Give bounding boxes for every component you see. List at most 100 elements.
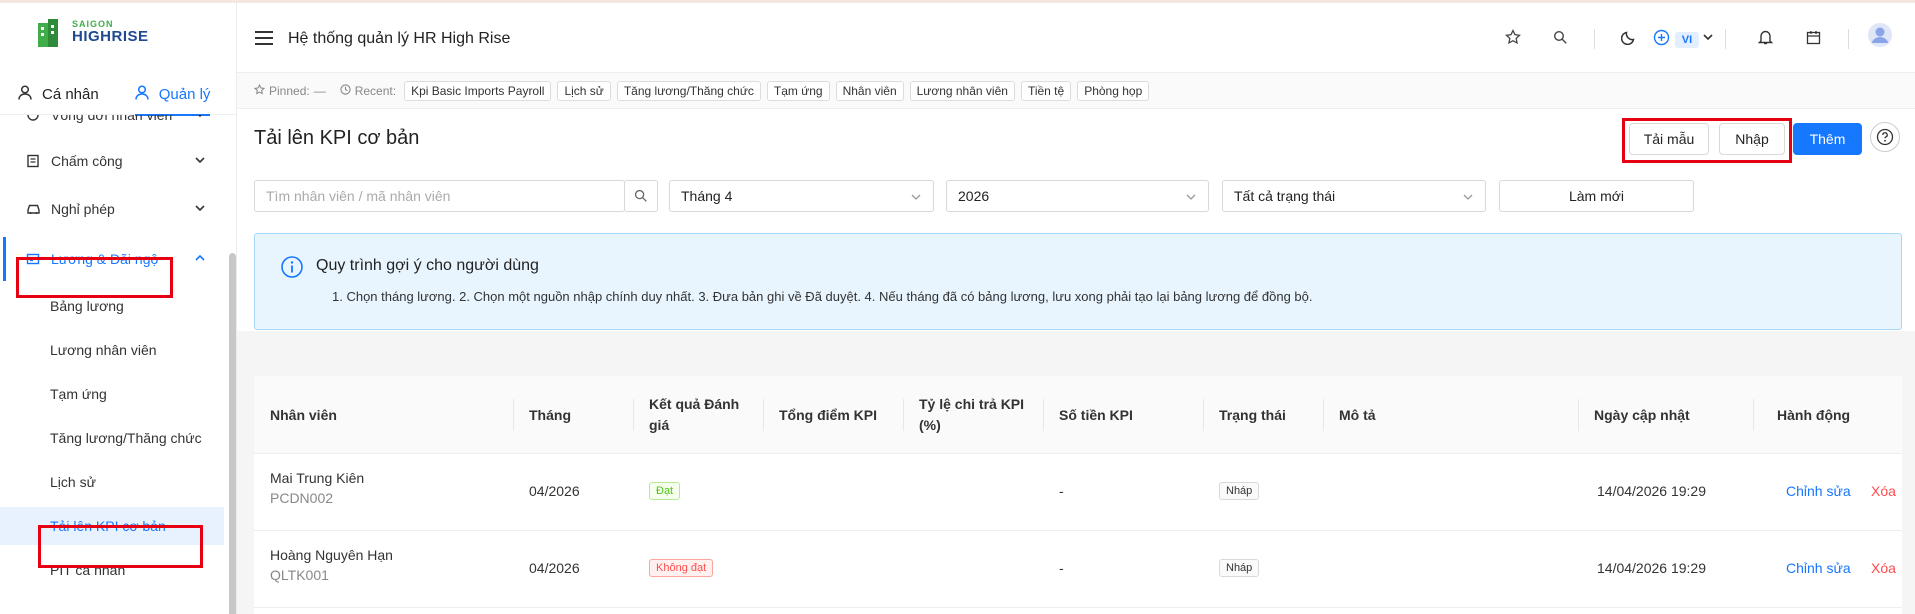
updated-cell: 14/04/2026 19:29 [1597, 483, 1706, 499]
sidebar-item-promotion[interactable]: Tăng lương/Thăng chức [0, 419, 224, 457]
refresh-icon [25, 115, 41, 123]
search-icon[interactable] [624, 180, 658, 212]
help-icon[interactable] [1870, 122, 1900, 152]
employee-cell: Mai Trung Kiên PCDN002 [270, 470, 364, 506]
refresh-button[interactable]: Làm mới [1499, 180, 1694, 212]
menu-toggle-icon[interactable] [255, 31, 273, 45]
search-input[interactable]: Tìm nhân viên / mã nhân viên [254, 180, 625, 212]
sidebar: SAIGON HIGHRISE Cá nhân Quản lý Vòng đời… [0, 3, 237, 614]
month-select[interactable]: Tháng 4 [669, 180, 934, 212]
pinned-value: — [313, 83, 326, 98]
recent-chip[interactable]: Lương nhân viên [909, 80, 1015, 101]
recent-chip[interactable]: Tạm ứng [766, 80, 830, 101]
chevron-down-icon [194, 153, 206, 169]
sidebar-item-leave[interactable]: Nghỉ phép [0, 187, 224, 231]
payroll-icon [25, 251, 41, 267]
sidebar-item-payslip[interactable]: Bảng lương [0, 287, 224, 325]
avatar[interactable] [1868, 23, 1892, 47]
chevron-down-icon [194, 201, 206, 217]
sidebar-item-history[interactable]: Lịch sử [0, 463, 224, 501]
add-circle-icon[interactable] [1651, 27, 1671, 47]
col-employee: Nhân viên [270, 406, 337, 423]
chevron-down-icon [1185, 190, 1197, 206]
result-cell: Không đạt [649, 558, 714, 577]
star-icon [253, 83, 266, 98]
status-select[interactable]: Tất cả trạng thái [1222, 180, 1486, 212]
bell-icon[interactable] [1755, 27, 1775, 47]
tab-personal[interactable]: Cá nhân [0, 73, 117, 115]
edit-link[interactable]: Chỉnh sửa [1786, 560, 1851, 576]
col-updated: Ngày cập nhật [1594, 406, 1690, 423]
download-template-button[interactable]: Tải mẫu [1629, 123, 1709, 155]
recent-bar: Pinned: — Recent: Kpi Basic Imports Payr… [237, 73, 1915, 109]
sidebar-item-kpi-upload[interactable]: Tải lên KPI cơ bản [0, 507, 224, 545]
building-logo-icon [36, 17, 66, 47]
add-button[interactable]: Thêm [1793, 123, 1862, 155]
calendar-icon[interactable] [1803, 27, 1823, 47]
recent-chip[interactable]: Nhân viên [835, 80, 904, 101]
table-row: Hoàng Nguyên Hạn QLTK001 04/2026 Không đ… [254, 531, 1902, 608]
clock-icon [340, 83, 351, 98]
sidebar-scrollbar[interactable] [229, 253, 236, 614]
result-badge: Đạt [649, 482, 681, 500]
recent-chip[interactable]: Lịch sử [557, 80, 611, 101]
app-root: { "brand": {"top": "SAIGON", "bottom": "… [0, 0, 1915, 614]
import-button[interactable]: Nhập [1719, 123, 1785, 155]
sidebar-item-label: Chấm công [51, 153, 123, 169]
tab-manage[interactable]: Quản lý [117, 73, 229, 116]
sidebar-item-payroll[interactable]: Lương & Đãi ngộ [0, 237, 224, 281]
recent-chip[interactable]: Kpi Basic Imports Payroll [404, 80, 552, 101]
delete-link[interactable]: Xóa [1871, 483, 1896, 499]
sidebar-item-lifecycle[interactable]: Vòng đời nhân viên [0, 115, 224, 137]
chevron-down-icon[interactable] [1698, 27, 1718, 47]
col-month: Tháng [529, 406, 571, 423]
sidebar-item-employee-salary[interactable]: Lương nhân viên [0, 331, 224, 369]
chevron-down-icon [194, 115, 206, 123]
divider [1203, 399, 1204, 431]
car-icon [25, 201, 41, 217]
result-cell: Đạt [649, 481, 681, 500]
sidebar-item-label: Vòng đời nhân viên [51, 115, 173, 123]
month-cell: 04/2026 [529, 483, 580, 499]
year-select[interactable]: 2026 [946, 180, 1209, 212]
divider [1323, 399, 1324, 431]
delete-link[interactable]: Xóa [1871, 560, 1896, 576]
chevron-down-icon [1462, 190, 1474, 206]
guide-alert: Quy trình gợi ý cho người dùng 1. Chọn t… [254, 233, 1902, 330]
tab-manage-label: Quản lý [158, 85, 211, 103]
search-icon[interactable] [1550, 27, 1570, 47]
employee-name: Hoàng Nguyên Hạn [270, 547, 393, 563]
recent-chip[interactable]: Phòng họp [1077, 80, 1150, 101]
language-select[interactable]: VI [1675, 32, 1699, 48]
sidebar-item-pit[interactable]: PIT cá nhân [0, 551, 224, 589]
status-value: Tất cả trạng thái [1234, 188, 1336, 204]
status-badge: Nháp [1219, 559, 1260, 577]
divider [903, 399, 904, 431]
sidebar-item-label: Lịch sử [50, 474, 96, 490]
col-amount: Số tiền KPI [1059, 406, 1133, 423]
brand-logo[interactable]: SAIGON HIGHRISE [36, 17, 149, 47]
sidebar-item-attendance[interactable]: Chấm công [0, 139, 224, 183]
month-cell: 04/2026 [529, 560, 580, 576]
divider [1594, 29, 1595, 49]
col-status: Trạng thái [1219, 406, 1286, 423]
edit-link[interactable]: Chỉnh sửa [1786, 483, 1851, 499]
star-icon[interactable] [1503, 27, 1523, 47]
col-desc: Mô tả [1339, 406, 1376, 423]
app-title: Hệ thống quản lý HR High Rise [288, 30, 511, 47]
divider [633, 399, 634, 431]
divider [1753, 399, 1754, 431]
divider [513, 399, 514, 431]
chevron-up-icon [194, 251, 206, 267]
status-badge: Nháp [1219, 482, 1260, 500]
sidebar-item-advance[interactable]: Tạm ứng [0, 375, 224, 413]
table-row: Mai Trung Kiên PCDN002 04/2026 Đạt - Nhá… [254, 454, 1902, 531]
sidebar-item-label: Tải lên KPI cơ bản [50, 518, 166, 534]
divider [1848, 29, 1849, 49]
info-icon [280, 255, 304, 284]
recent-chip[interactable]: Tiền tệ [1020, 80, 1072, 101]
divider [1725, 29, 1726, 49]
updated-cell: 14/04/2026 19:29 [1597, 560, 1706, 576]
moon-icon[interactable] [1619, 27, 1639, 47]
recent-chip[interactable]: Tăng lương/Thăng chức [616, 80, 761, 101]
